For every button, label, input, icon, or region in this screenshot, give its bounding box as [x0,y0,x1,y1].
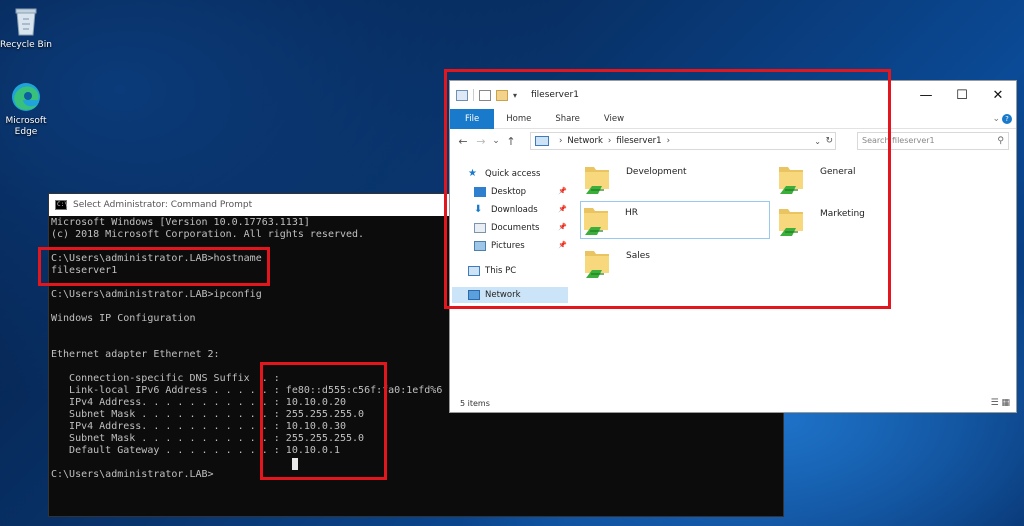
quick-access-toolbar: ▾ [450,89,517,101]
sidebar-item-pictures[interactable]: Pictures [474,238,525,254]
navigation-pane: ★ Quick access Desktop 📌 ⬇ Downloads 📌 D… [450,157,570,397]
edge-label: Microsoft Edge [5,116,47,137]
chevron-down-icon[interactable]: ⌄ [814,137,821,146]
folder-item-sales[interactable]: Sales [582,245,772,283]
sidebar-item-label: Quick access [485,169,541,179]
address-bar[interactable]: › Network › fileserver1 › ⌄ ↻ [530,132,836,150]
sidebar-item-label: Documents [491,223,540,233]
minimize-button[interactable]: — [908,81,944,109]
folder-label: Marketing [820,209,865,219]
chevron-right-icon: › [559,136,563,146]
star-icon: ★ [468,168,477,179]
sidebar-item-desktop[interactable]: Desktop [474,184,526,200]
recycle-bin-shortcut[interactable]: Recycle Bin [0,4,56,51]
file-explorer-window[interactable]: ▾ fileserver1 — ☐ ✕ File Home Share View… [449,80,1017,413]
help-icon[interactable]: ? [1002,113,1012,124]
folder-item-marketing[interactable]: Marketing [776,203,966,241]
search-icon: ⚲ [997,136,1004,146]
downloads-icon: ⬇ [474,204,483,215]
expand-ribbon-icon[interactable]: ⌄ [992,114,1000,124]
folder-label: Development [626,167,687,177]
pin-icon[interactable]: 📌 [558,187,567,195]
edge-shortcut[interactable]: Microsoft Edge [0,80,56,138]
cmd-icon: C:\ [55,200,68,210]
recycle-bin-icon [15,8,37,36]
network-share-folder-icon [585,167,609,194]
breadcrumb-network[interactable]: Network [567,136,603,146]
customize-toolbar-icon[interactable]: ▾ [513,91,517,100]
maximize-button[interactable]: ☐ [944,81,980,109]
sidebar-item-quick-access[interactable]: ★ Quick access [468,166,540,182]
folder-label: General [820,167,856,177]
new-folder-icon[interactable] [496,89,508,101]
folder-label: Sales [626,251,650,261]
pictures-icon [474,241,486,251]
chevron-right-icon: › [607,136,612,146]
pin-icon[interactable]: 📌 [558,223,567,231]
search-input[interactable]: Search fileserver1 ⚲ [857,132,1009,150]
network-share-folder-icon [585,251,609,278]
folder-item-development[interactable]: Development [582,161,772,199]
network-share-folder-icon [779,167,803,194]
folder-view: Development General HR Marketing Sales [570,157,1016,397]
network-share-folder-icon [779,209,803,236]
address-row: ← → ⌄ ↑ › Network › fileserver1 › ⌄ ↻ Se… [450,129,1016,153]
folder-label: HR [625,208,639,218]
chevron-right-icon: › [666,136,670,146]
documents-icon [474,223,486,233]
console-line: C:\Users\administrator.LAB> [51,469,214,480]
tab-view[interactable]: View [592,109,636,129]
explorer-titlebar[interactable]: ▾ fileserver1 — ☐ ✕ [450,81,1016,109]
sidebar-item-label: Downloads [491,205,538,215]
forward-button[interactable]: → [472,135,490,148]
window-controls: — ☐ ✕ [908,81,1016,109]
edge-icon [12,83,40,111]
view-toggle-icons[interactable]: ☰ ▦ [991,398,1010,408]
up-button[interactable]: ↑ [502,135,520,148]
status-item-count: 5 items [460,399,490,408]
tab-share[interactable]: Share [543,109,592,129]
tab-home[interactable]: Home [494,109,543,129]
sidebar-item-label: Pictures [491,241,525,251]
close-button[interactable]: ✕ [980,81,1016,109]
pc-icon[interactable] [456,89,468,101]
sidebar-item-label: This PC [485,266,517,276]
sidebar-item-network[interactable]: Network [452,287,568,303]
pin-icon[interactable]: 📌 [558,241,567,249]
refresh-icon[interactable]: ↻ [825,136,833,146]
console-line: IPv4 Address. . . . . . . . . . . : 10.1… [51,421,347,432]
sidebar-item-this-pc[interactable]: This PC [468,263,516,279]
breadcrumb-fileserver1[interactable]: fileserver1 [616,136,661,146]
recent-locations-button[interactable]: ⌄ [490,136,502,146]
folder-item-general[interactable]: General [776,161,966,199]
sidebar-item-documents[interactable]: Documents [474,220,539,236]
cmd-title: Select Administrator: Command Prompt [73,200,253,210]
console-line: Subnet Mask . . . . . . . . . . . : 255.… [51,433,365,444]
properties-icon[interactable] [479,89,491,101]
ribbon-tabs: File Home Share View ⌄ ? [450,108,1016,129]
pin-icon[interactable]: 📌 [558,205,567,213]
sidebar-item-downloads[interactable]: ⬇ Downloads [474,202,538,218]
tab-file[interactable]: File [450,108,495,129]
console-line: Default Gateway . . . . . . . . . : 10.1… [51,445,340,456]
sidebar-item-label: Desktop [491,187,527,197]
this-pc-icon [468,266,480,276]
network-share-folder-icon [584,208,608,235]
sidebar-item-label: Network [485,290,521,300]
desktop-folder-icon [474,187,486,197]
folder-item-hr[interactable]: HR [580,201,770,239]
search-placeholder: Search fileserver1 [862,136,935,145]
recycle-bin-label: Recycle Bin [0,40,52,50]
network-location-icon [535,136,549,146]
text-cursor [292,458,298,470]
network-icon [468,290,480,300]
explorer-title: fileserver1 [531,90,579,100]
back-button[interactable]: ← [454,135,472,148]
